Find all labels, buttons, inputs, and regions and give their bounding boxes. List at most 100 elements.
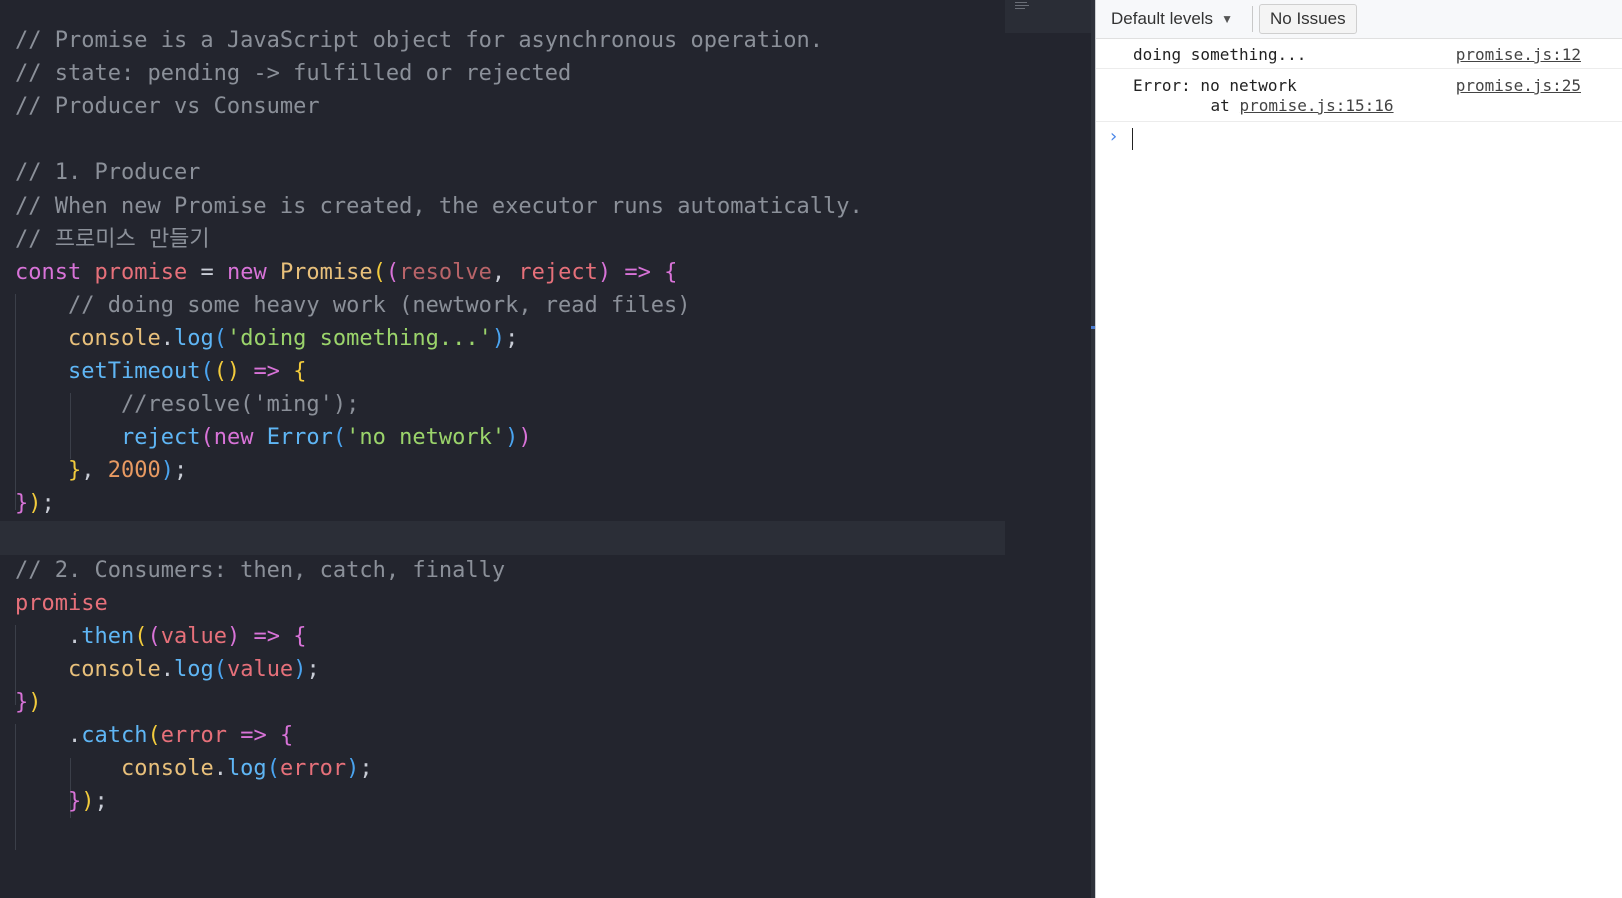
code-line[interactable]: // When new Promise is created, the exec… [15, 190, 1000, 224]
code-token: catch [81, 723, 148, 748]
log-levels-label: Default levels [1111, 9, 1214, 28]
caret-down-icon: ▼ [1221, 12, 1233, 26]
code-token: => [624, 260, 651, 285]
code-token: //resolve('ming'); [120, 392, 360, 417]
code-line[interactable]: // state: pending -> fulfilled or reject… [15, 57, 1000, 91]
code-token: => [253, 359, 280, 384]
code-token: // 2. Consumers: then, catch, finally [15, 558, 506, 583]
code-token: ( [147, 624, 161, 649]
code-line[interactable]: console.log(value); [15, 653, 1000, 687]
code-token: } [15, 690, 29, 715]
code-token: log [226, 756, 267, 781]
code-token: { [279, 723, 294, 748]
code-token: } [67, 789, 82, 814]
code-token: error [279, 756, 347, 781]
code-line[interactable]: // Producer vs Consumer [15, 90, 1000, 124]
chevron-right-icon: › [1110, 126, 1118, 147]
code-line[interactable]: .then((value) => { [15, 620, 1000, 654]
code-token: 'doing something...' [226, 326, 492, 351]
code-token: . [15, 624, 82, 649]
log-levels-dropdown[interactable]: Default levels ▼ [1111, 8, 1233, 30]
console-source-link[interactable]: promise.js:12 [1456, 44, 1581, 66]
code-token: 2000 [107, 458, 161, 483]
code-token: Error [266, 425, 333, 450]
code-line[interactable]: // 프로미스 만들기 [15, 223, 1000, 257]
stack-trace-link[interactable]: promise.js:15:16 [1239, 96, 1393, 115]
code-line[interactable]: // doing some heavy work (newtwork, read… [15, 289, 1000, 323]
issues-button[interactable]: No Issues [1259, 4, 1357, 34]
code-line[interactable]: }) [15, 686, 1000, 720]
stack-trace-line: at promise.js:15:16 [1172, 95, 1394, 117]
code-editor[interactable]: // Promise is a JavaScript object for as… [0, 0, 1095, 898]
code-token: value [160, 624, 227, 649]
console-message-text: doing something... [1133, 45, 1307, 64]
code-token: { [293, 359, 307, 384]
code-token: Promise [279, 260, 373, 285]
code-line[interactable]: }); [15, 785, 1000, 819]
code-line[interactable]: // 2. Consumers: then, catch, finally [15, 554, 1000, 588]
console-error-message: Error: no network promise.js:25 at promi… [1096, 69, 1622, 122]
code-line[interactable]: // 1. Producer [15, 156, 1000, 190]
code-token: ; [41, 491, 55, 516]
console-prompt[interactable]: › [1096, 122, 1622, 152]
console-source-link[interactable]: promise.js:25 [1456, 75, 1581, 97]
code-token: value [226, 657, 294, 682]
code-token: ( [213, 657, 227, 682]
code-token: ) [491, 326, 506, 351]
code-token: . [160, 326, 174, 351]
code-token: ( [134, 624, 148, 649]
code-token: ( [213, 326, 227, 351]
code-line[interactable] [15, 123, 1000, 157]
code-token: // 1. Producer [15, 160, 201, 185]
code-token: . [15, 723, 82, 748]
toolbar-divider [1252, 6, 1253, 32]
code-line[interactable]: // Promise is a JavaScript object for as… [15, 24, 1000, 58]
code-line[interactable] [0, 521, 1005, 555]
code-token: promise [15, 591, 108, 616]
stack-trace-prefix: at [1172, 96, 1240, 115]
code-token: () [213, 359, 241, 384]
code-token: . [160, 657, 174, 682]
code-token: ; [505, 326, 519, 351]
code-line[interactable]: setTimeout(() => { [15, 355, 1000, 389]
code-token: } [15, 491, 29, 516]
code-token: ) [597, 260, 612, 285]
code-token: ( [200, 359, 214, 384]
code-token: ( [372, 260, 386, 285]
code-line[interactable]: //resolve('ming'); [15, 388, 1000, 422]
code-line[interactable]: promise [15, 587, 1000, 621]
code-token: , [491, 260, 519, 285]
code-line[interactable]: console.log('doing something...'); [15, 322, 1000, 356]
code-token: new [213, 425, 267, 450]
code-token: ) [28, 491, 42, 516]
code-token: ) [226, 624, 241, 649]
code-token: { [664, 260, 678, 285]
code-token: error [160, 723, 227, 748]
code-token: ) [346, 756, 360, 781]
minimap[interactable] [1005, 0, 1091, 33]
code-line[interactable]: }); [15, 487, 1000, 521]
devtools-console: Default levels ▼ No Issues doing somethi… [1095, 0, 1622, 898]
code-token: ) [293, 657, 307, 682]
code-token: , [81, 458, 108, 483]
console-toolbar: Default levels ▼ No Issues [1096, 0, 1622, 39]
code-token: // 프로미스 만들기 [15, 227, 210, 252]
code-line[interactable]: .catch(error => { [15, 719, 1000, 753]
code-line[interactable]: const promise = new Promise((resolve, re… [15, 256, 1000, 290]
code-line[interactable]: console.log(error); [15, 752, 1000, 786]
code-token: promise [94, 260, 188, 285]
code-line[interactable]: reject(new Error('no network')) [15, 421, 1000, 455]
code-line[interactable]: }, 2000); [15, 454, 1000, 488]
code-token: ( [147, 723, 161, 748]
console-message: doing something... promise.js:12 [1096, 38, 1622, 69]
